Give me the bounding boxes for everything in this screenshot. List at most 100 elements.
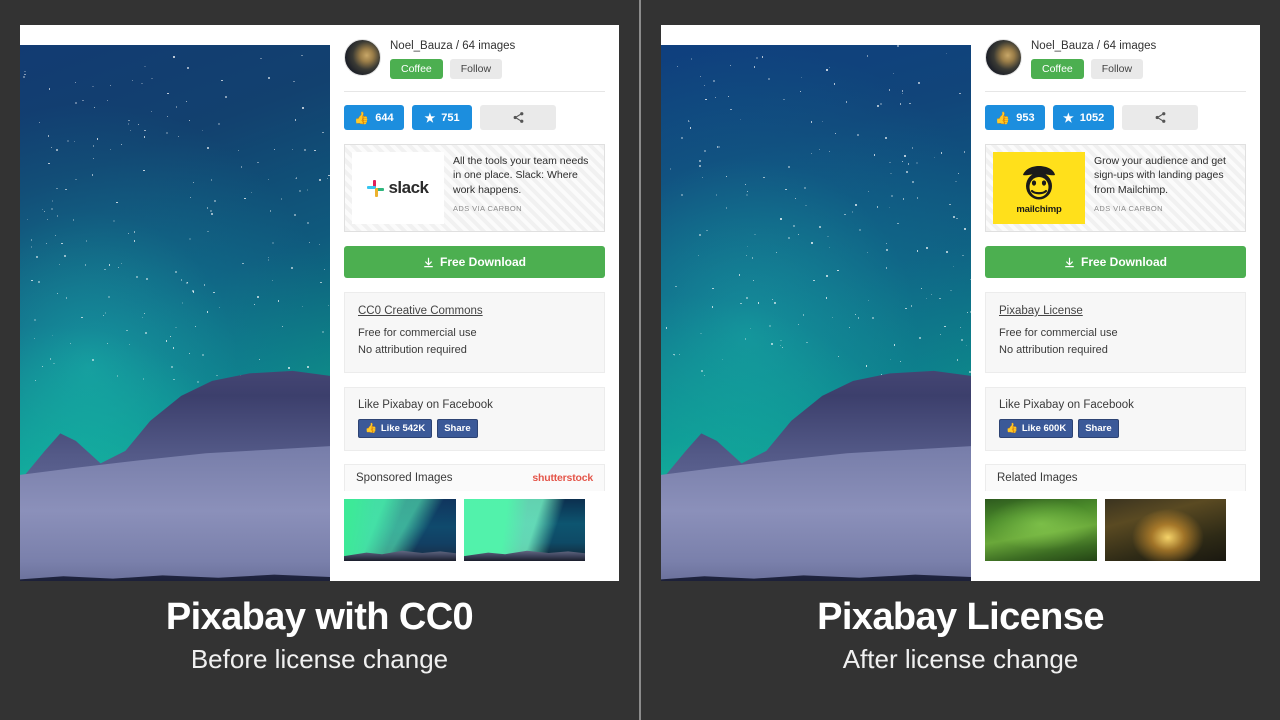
ad-media: mailchimp <box>993 152 1085 224</box>
download-label: Free Download <box>439 255 526 269</box>
pixabay-page-after: Noel_Bauza / 64 images Coffee Follow 👍 9… <box>661 25 1260 581</box>
ad-text: Grow your audience and get sign-ups with… <box>1094 155 1226 196</box>
sidebar-before: Noel_Bauza / 64 images Coffee Follow 👍 6… <box>330 25 619 581</box>
like-count: 644 <box>375 111 394 124</box>
mountain-range <box>20 351 330 581</box>
user-avatar[interactable] <box>985 39 1022 76</box>
uploader-name[interactable]: Noel_Bauza / 64 images <box>1031 40 1156 52</box>
shutterstock-logo-icon: shutterstock <box>532 472 593 484</box>
forest-thumbnail-1[interactable] <box>985 499 1097 561</box>
carbon-ad-mailchimp[interactable]: mailchimp Grow your audience and get sig… <box>985 144 1246 232</box>
caption-title: Pixabay License <box>817 596 1104 638</box>
mailchimp-wordmark: mailchimp <box>1016 203 1062 215</box>
panel-before: Noel_Bauza / 64 images Coffee Follow 👍 6… <box>0 0 639 720</box>
ad-body: All the tools your team needs in one pla… <box>453 152 597 224</box>
caption-before: Pixabay with CC0 Before license change <box>0 596 639 675</box>
related-title: Related Images <box>997 472 1078 484</box>
mountain-range <box>661 351 971 581</box>
facebook-share-button[interactable]: Share <box>437 419 478 438</box>
facebook-actions: 👍 Like 600K Share <box>999 419 1232 438</box>
license-box: CC0 Creative Commons Free for commercial… <box>344 292 605 373</box>
share-icon <box>513 112 523 123</box>
facebook-share-button[interactable]: Share <box>1078 419 1119 438</box>
facebook-thumbs-up-icon: 👍 <box>1006 423 1018 434</box>
follow-button[interactable]: Follow <box>1090 59 1144 79</box>
uploader-actions: Coffee Follow <box>1031 59 1156 79</box>
favorite-count: 751 <box>441 111 460 124</box>
free-download-button[interactable]: Free Download <box>985 246 1246 278</box>
pixabay-page-before: Noel_Bauza / 64 images Coffee Follow 👍 6… <box>20 25 619 581</box>
star-icon: ★ <box>1063 110 1074 125</box>
comparison-figure: Noel_Bauza / 64 images Coffee Follow 👍 6… <box>0 0 1280 720</box>
follow-button[interactable]: Follow <box>449 59 503 79</box>
coffee-button[interactable]: Coffee <box>390 59 443 79</box>
stats-row: 👍 953 ★ 1052 <box>985 92 1246 144</box>
uploader-row: Noel_Bauza / 64 images Coffee Follow <box>985 39 1246 91</box>
facebook-like-button[interactable]: 👍 Like 600K <box>999 419 1074 438</box>
ad-attribution: ADS VIA CARBON <box>1094 204 1163 214</box>
related-header: Sponsored Images shutterstock <box>344 464 605 491</box>
aurora-thumbnail-2[interactable] <box>464 499 585 561</box>
forest-thumbnail-2[interactable] <box>1105 499 1226 561</box>
free-download-button[interactable]: Free Download <box>344 246 605 278</box>
related-thumbnails <box>344 499 605 561</box>
like-count: 953 <box>1016 111 1035 124</box>
share-button[interactable] <box>1122 105 1199 130</box>
facebook-thumbs-up-icon: 👍 <box>365 423 377 434</box>
facebook-like-label: Like 600K <box>1021 423 1067 434</box>
aurora-thumbnail-1[interactable] <box>344 499 456 561</box>
stats-row: 👍 644 ★ 751 <box>344 92 605 144</box>
star-icon: ★ <box>424 110 436 125</box>
license-line-2: No attribution required <box>999 343 1108 356</box>
caption-subtitle: After license change <box>842 643 1079 674</box>
user-avatar[interactable] <box>344 39 381 76</box>
favorite-count: 1052 <box>1079 111 1105 124</box>
panel-after: Noel_Bauza / 64 images Coffee Follow 👍 9… <box>641 0 1280 720</box>
license-line-1: Free for commercial use <box>358 327 477 339</box>
caption-after: Pixabay License After license change <box>641 596 1280 675</box>
license-line-1: Free for commercial use <box>999 327 1118 339</box>
facebook-title: Like Pixabay on Facebook <box>999 399 1134 411</box>
like-button[interactable]: 👍 953 <box>985 105 1045 130</box>
hero-photo-after[interactable] <box>661 45 971 581</box>
download-icon <box>424 257 433 267</box>
share-button[interactable] <box>480 105 556 130</box>
slack-logo-icon: slack <box>367 178 429 198</box>
download-icon <box>1065 257 1074 267</box>
facebook-like-button[interactable]: 👍 Like 542K <box>358 419 433 438</box>
uploader-actions: Coffee Follow <box>390 59 515 79</box>
facebook-actions: 👍 Like 542K Share <box>358 419 591 438</box>
license-line-2: No attribution required <box>358 343 467 356</box>
related-title: Sponsored Images <box>356 472 453 484</box>
caption-title: Pixabay with CC0 <box>165 596 474 638</box>
sidebar-after: Noel_Bauza / 64 images Coffee Follow 👍 9… <box>971 25 1260 581</box>
hero-photo-before[interactable] <box>20 45 330 581</box>
related-thumbnails <box>985 499 1246 561</box>
like-button[interactable]: 👍 644 <box>344 105 404 130</box>
favorite-button[interactable]: ★ 751 <box>412 105 472 130</box>
share-icon <box>1155 112 1166 123</box>
facebook-title: Like Pixabay on Facebook <box>358 399 493 411</box>
facebook-like-label: Like 542K <box>380 423 426 434</box>
ad-text: All the tools your team needs in one pla… <box>453 155 589 196</box>
thumbs-up-icon: 👍 <box>354 110 370 125</box>
related-header: Related Images <box>985 464 1246 491</box>
license-box: Pixabay License Free for commercial use … <box>985 292 1246 373</box>
uploader-row: Noel_Bauza / 64 images Coffee Follow <box>344 39 605 91</box>
license-link[interactable]: CC0 Creative Commons <box>358 305 483 317</box>
facebook-box: Like Pixabay on Facebook 👍 Like 600K Sha… <box>985 387 1246 451</box>
carbon-ad-slack[interactable]: slack All the tools your team needs in o… <box>344 144 605 232</box>
uploader-meta: Noel_Bauza / 64 images Coffee Follow <box>390 39 515 79</box>
caption-subtitle: Before license change <box>190 643 449 674</box>
ad-media: slack <box>352 152 444 224</box>
uploader-meta: Noel_Bauza / 64 images Coffee Follow <box>1031 39 1156 79</box>
coffee-button[interactable]: Coffee <box>1031 59 1084 79</box>
download-label: Free Download <box>1080 255 1167 269</box>
favorite-button[interactable]: ★ 1052 <box>1053 105 1115 130</box>
slack-wordmark: slack <box>388 178 429 197</box>
thumbs-up-icon: 👍 <box>995 110 1011 125</box>
uploader-name[interactable]: Noel_Bauza / 64 images <box>390 40 515 52</box>
facebook-box: Like Pixabay on Facebook 👍 Like 542K Sha… <box>344 387 605 451</box>
ad-attribution: ADS VIA CARBON <box>453 204 522 214</box>
license-link[interactable]: Pixabay License <box>999 305 1083 317</box>
